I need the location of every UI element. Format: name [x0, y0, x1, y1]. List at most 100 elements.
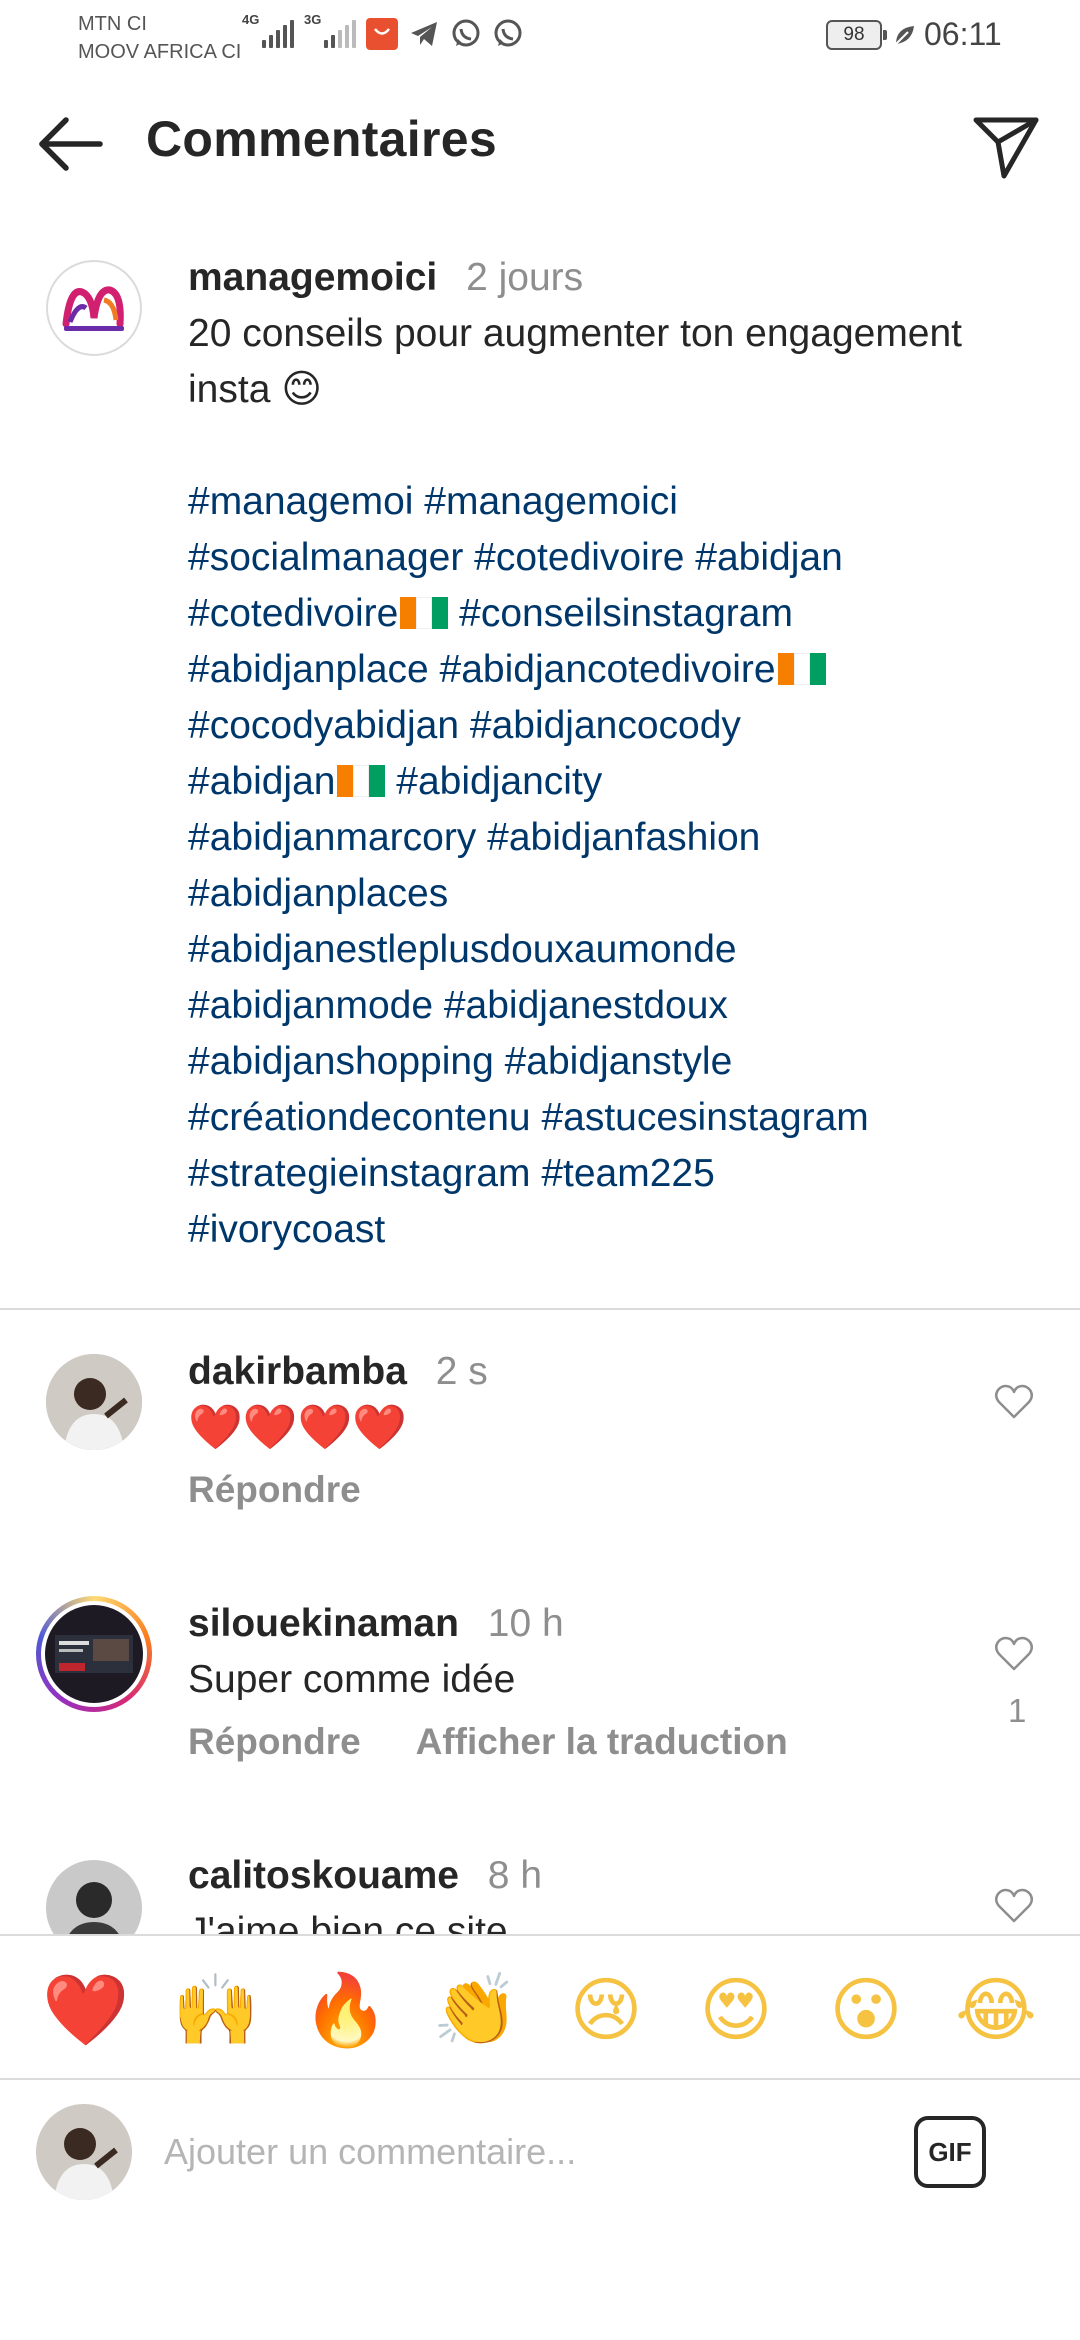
dakirbamba-avatar[interactable]: [46, 1354, 142, 1450]
comment-body: silouekinaman 10 h Super comme idée Répo…: [188, 1596, 968, 1770]
comment-input[interactable]: [164, 2124, 884, 2180]
red-heart-emoji[interactable]: ❤️: [42, 1966, 130, 2054]
heart-outline-icon: [995, 1636, 1033, 1671]
hashtag-line[interactable]: #abidjanmarcory #abidjanfashion: [188, 810, 1048, 866]
hashtag-line[interactable]: #cocodyabidjan #abidjancocody: [188, 698, 1048, 754]
comment-body: calitoskouame 8 h J'aime bien ce site: [188, 1848, 968, 1934]
share-button[interactable]: [970, 110, 1042, 182]
comment-username[interactable]: silouekinaman: [188, 1602, 459, 1645]
comment-time: 8 h: [487, 1854, 543, 1897]
person-photo-icon: [46, 1354, 142, 1450]
comment-like-count: 1: [1008, 1692, 1027, 1729]
hashtag-line[interactable]: #abidjanmode #abidjanestdoux: [188, 978, 1048, 1034]
reply-button[interactable]: Répondre: [188, 1721, 361, 1762]
reply-button[interactable]: Répondre: [188, 1469, 361, 1510]
hashtag-line[interactable]: #strategieinstagram #team225: [188, 1146, 1048, 1202]
hashtag-text[interactable]: #abidjanmarcory #abidjanfashion: [188, 816, 760, 859]
telegram-icon: [411, 22, 437, 46]
comment-like-button[interactable]: [994, 1384, 1034, 1420]
surprised-face-emoji[interactable]: 😮: [822, 1966, 910, 2054]
hashtag-text[interactable]: #abidjanmode #abidjanestdoux: [188, 984, 728, 1027]
ivory-coast-flag-icon: [777, 645, 826, 685]
whatsapp-icon: [452, 19, 480, 47]
page-title: Commentaires: [146, 111, 497, 167]
hashtag-line[interactable]: #abidjanplaces: [188, 866, 1048, 922]
heart-eyes-emoji[interactable]: 😍: [692, 1966, 780, 2054]
caption-username[interactable]: managemoici: [188, 256, 437, 299]
managemoici-logo-icon: [62, 286, 124, 331]
sad-tear-emoji[interactable]: 😢: [562, 1966, 650, 2054]
signal-4g-icon: 4G: [242, 12, 294, 48]
hashtag-text[interactable]: #strategieinstagram #team225: [188, 1152, 715, 1195]
caption-time: 2 jours: [466, 256, 584, 299]
hashtag-text[interactable]: #cotedivoire: [188, 592, 398, 635]
hashtag-line[interactable]: #abidjan #abidjancity: [188, 754, 1048, 810]
hashtag-line[interactable]: #managemoi #managemoici: [188, 474, 1048, 530]
comment-like-button[interactable]: [994, 1636, 1034, 1672]
silouekinaman-avatar: [45, 1605, 143, 1703]
hashtag-line[interactable]: #ivorycoast: [188, 1202, 1048, 1258]
caption-body: managemoici 2 jours 20 conseils pour aug…: [188, 250, 1048, 1258]
raising-hands-emoji[interactable]: 🙌: [172, 1966, 260, 2054]
signal-3g-icon: 3G: [304, 12, 356, 48]
hashtag-text[interactable]: #abidjanplaces: [188, 872, 448, 915]
whatsapp-business-icon: [494, 19, 522, 47]
network-type-1: 4G: [242, 12, 260, 27]
comment-username[interactable]: dakirbamba: [188, 1350, 407, 1393]
calitoskouame-avatar[interactable]: [46, 1860, 142, 1934]
network-type-2: 3G: [304, 12, 322, 27]
comment-item: calitoskouame 8 h J'aime bien ce site: [0, 1848, 1080, 1934]
hashtag-line[interactable]: #créationdecontenu #astucesinstagram: [188, 1090, 1048, 1146]
aliexpress-icon: [366, 18, 398, 50]
power-saving-leaf-icon: [895, 26, 914, 45]
hashtag-text[interactable]: #abidjancity: [385, 760, 602, 803]
hashtag-line[interactable]: #abidjanshopping #abidjanstyle: [188, 1034, 1048, 1090]
status-bar: MTN CI MOOV AFRICA CI 4G 3G 98 06:11: [0, 0, 1080, 78]
carrier-names: MTN CI MOOV AFRICA CI: [78, 10, 241, 66]
hashtag-text[interactable]: #conseilsinstagram: [448, 592, 793, 635]
clapping-hands-emoji[interactable]: 👏: [432, 1966, 520, 2054]
person-photo-icon: [36, 2104, 132, 2200]
comment-item: silouekinaman 10 h Super comme idée Répo…: [0, 1596, 1080, 1846]
hashtag-text[interactable]: #abidjanshopping #abidjanstyle: [188, 1040, 732, 1083]
ivory-coast-flag-icon: [400, 589, 449, 629]
header: Commentaires: [0, 90, 1080, 200]
hashtag-text[interactable]: #cocodyabidjan #abidjancocody: [188, 704, 741, 747]
comment-time: 10 h: [487, 1602, 564, 1645]
comment-composer: GIF: [0, 2082, 1080, 2222]
carrier-2: MOOV AFRICA CI: [78, 41, 242, 63]
hashtag-line[interactable]: #abidjanplace #abidjancotedivoire: [188, 642, 1048, 698]
hashtag-text[interactable]: #créationdecontenu #astucesinstagram: [188, 1096, 869, 1139]
battery-icon: 98: [826, 20, 887, 50]
person-photo-icon: [46, 1860, 142, 1934]
hashtag-line[interactable]: #abidjanestleplusdouxaumonde: [188, 922, 1048, 978]
caption-hashtags: #managemoi #managemoici #socialmanager #c…: [188, 474, 1048, 1258]
hashtag-text[interactable]: #ivorycoast: [188, 1208, 385, 1251]
heart-outline-icon: [995, 1888, 1033, 1923]
comment-body: dakirbamba 2 s ❤️❤️❤️❤️ Répondre: [188, 1344, 968, 1518]
hashtag-text[interactable]: #socialmanager #cotedivoire #abidjan: [188, 536, 843, 579]
heart-outline-icon: [995, 1384, 1033, 1419]
ivory-coast-flag-icon: [337, 757, 386, 797]
hashtag-text[interactable]: #managemoi #managemoici: [188, 480, 678, 523]
back-button[interactable]: [34, 112, 106, 176]
comment-text: ❤️❤️❤️❤️: [188, 1403, 408, 1452]
comment-text: J'aime bien ce site: [188, 1910, 508, 1934]
tears-of-joy-emoji[interactable]: 😂: [952, 1966, 1040, 2054]
hashtag-line[interactable]: #cotedivoire #conseilsinstagram: [188, 586, 1048, 642]
comment-username[interactable]: calitoskouame: [188, 1854, 459, 1897]
gif-button[interactable]: GIF: [914, 2116, 986, 2188]
hashtag-line[interactable]: #socialmanager #cotedivoire #abidjan: [188, 530, 1048, 586]
fire-emoji[interactable]: 🔥: [302, 1966, 390, 2054]
comment-like-button[interactable]: [994, 1888, 1034, 1924]
smile-emoji: 😊: [281, 368, 322, 411]
carrier-1: MTN CI: [78, 13, 147, 35]
translate-button[interactable]: Afficher la traduction: [416, 1721, 788, 1762]
clock: 06:11: [924, 16, 1002, 52]
managemoici-avatar[interactable]: [46, 260, 142, 356]
hashtag-text[interactable]: #abidjan: [188, 760, 335, 803]
comment-time: 2 s: [435, 1350, 488, 1393]
hashtag-text[interactable]: #abidjanestleplusdouxaumonde: [188, 928, 737, 971]
hashtag-text[interactable]: #abidjanplace #abidjancotedivoire: [188, 648, 776, 691]
silouekinaman-avatar-story-ring[interactable]: [36, 1596, 152, 1712]
